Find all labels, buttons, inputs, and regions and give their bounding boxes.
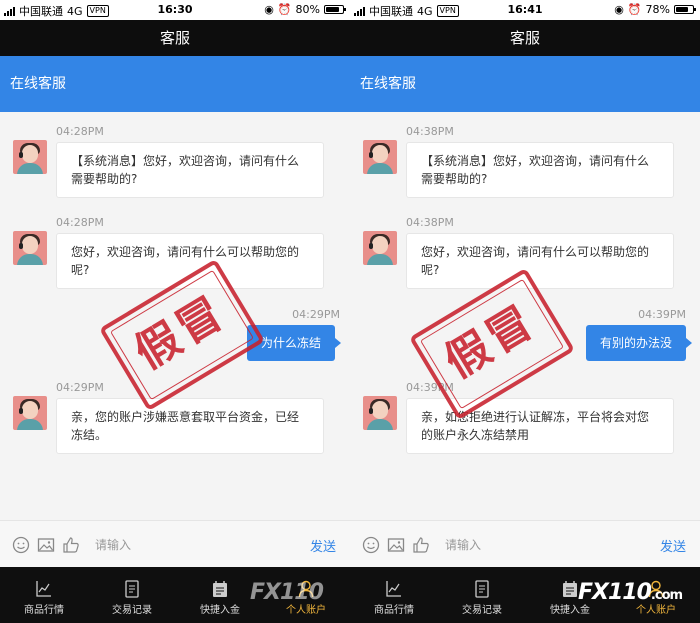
message-bubble: 【系统消息】您好，欢迎咨询，请问有什么需要帮助的? (56, 142, 324, 198)
agent-avatar (13, 396, 47, 430)
tab-label: 交易记录 (462, 605, 502, 616)
phone-screen-right: 中国联通 4G VPN 16:41 ◉ ⏰ 78% 客服 在线客服 04:38P… (350, 0, 700, 623)
battery-fill (676, 7, 689, 12)
section-header: 在线客服 (350, 56, 700, 112)
lock-rotation-icon: ◉ (264, 3, 274, 16)
message-bubble: 亲，您的账户涉嫌恶意套取平台资金，已经冻结。 (56, 398, 324, 454)
thumbs-up-icon[interactable] (412, 536, 430, 554)
message-timestamp: 04:29PM (292, 308, 340, 321)
message-bubble-sent: 有别的办法没 (586, 325, 692, 361)
bottom-tab-bar: 商品行情 交易记录 快捷入金 个人账户 (0, 567, 350, 623)
battery-icon (324, 5, 346, 14)
message-timestamp: 04:39PM (638, 308, 686, 321)
page-title: 客服 (350, 20, 700, 56)
alarm-icon: ⏰ (277, 3, 292, 16)
agent-avatar (363, 396, 397, 430)
record-icon (125, 580, 139, 598)
image-icon[interactable] (387, 536, 405, 554)
tab-market[interactable]: 商品行情 (350, 567, 438, 623)
tab-quick-deposit[interactable]: 快捷入金 (176, 567, 264, 623)
lock-rotation-icon: ◉ (614, 3, 624, 16)
message-bubble: 【系统消息】您好，欢迎咨询，请问有什么需要帮助的? (406, 142, 674, 198)
message-timestamp: 04:28PM (56, 216, 104, 229)
agent-avatar (363, 231, 397, 265)
status-bar: 中国联通 4G VPN 16:41 ◉ ⏰ 78% (350, 0, 700, 20)
tab-personal-account[interactable]: 个人账户 (612, 567, 700, 623)
message-bubble: 您好，欢迎咨询，请问有什么可以帮助您的呢? (406, 233, 674, 289)
message-bubble: 您好，欢迎咨询，请问有什么可以帮助您的呢? (56, 233, 324, 289)
emoji-icon[interactable] (12, 536, 30, 554)
battery-percent: 78% (645, 3, 670, 16)
tab-trade-records[interactable]: 交易记录 (438, 567, 526, 623)
input-bar: 发送 (0, 520, 350, 567)
record-icon (475, 580, 489, 598)
emoji-icon[interactable] (362, 536, 380, 554)
user-icon (648, 580, 664, 598)
tab-trade-records[interactable]: 交易记录 (88, 567, 176, 623)
battery-fill (326, 7, 339, 12)
thumbs-up-icon[interactable] (62, 536, 80, 554)
tab-quick-deposit[interactable]: 快捷入金 (526, 567, 614, 623)
page-title: 客服 (0, 20, 350, 56)
tab-label: 个人账户 (286, 605, 326, 616)
agent-avatar (13, 231, 47, 265)
tab-label: 快捷入金 (200, 605, 240, 616)
agent-avatar (363, 140, 397, 174)
chart-icon (36, 581, 51, 597)
message-timestamp: 04:39PM (406, 381, 454, 394)
chat-area[interactable]: 04:38PM 【系统消息】您好，欢迎咨询，请问有什么需要帮助的? 04:38P… (350, 112, 700, 520)
message-input[interactable] (86, 531, 286, 559)
deposit-icon (213, 581, 227, 597)
tab-label: 个人账户 (636, 605, 676, 616)
tab-label: 交易记录 (112, 605, 152, 616)
bottom-tab-bar: 商品行情 交易记录 快捷入金 个人账户 (350, 567, 700, 623)
status-bar: 中国联通 4G VPN 16:30 ◉ ⏰ 80% (0, 0, 350, 20)
user-icon (298, 580, 314, 598)
message-bubble-sent: 为什么冻结 (247, 325, 341, 361)
tab-label: 快捷入金 (550, 605, 590, 616)
send-button[interactable]: 发送 (660, 536, 686, 555)
send-button[interactable]: 发送 (310, 536, 336, 555)
tab-label: 商品行情 (374, 605, 414, 616)
agent-avatar (13, 140, 47, 174)
phone-screen-left: 中国联通 4G VPN 16:30 ◉ ⏰ 80% 客服 在线客服 04:28P… (0, 0, 350, 623)
tab-market[interactable]: 商品行情 (0, 567, 88, 623)
chat-area[interactable]: 04:28PM 【系统消息】您好，欢迎咨询，请问有什么需要帮助的? 04:28P… (0, 112, 350, 520)
deposit-icon (563, 581, 577, 597)
tab-personal-account[interactable]: 个人账户 (262, 567, 350, 623)
input-bar: 发送 (350, 520, 700, 567)
message-input[interactable] (436, 531, 636, 559)
message-timestamp: 04:38PM (406, 216, 454, 229)
section-header: 在线客服 (0, 56, 350, 112)
battery-icon (674, 5, 696, 14)
message-timestamp: 04:29PM (56, 381, 104, 394)
message-timestamp: 04:28PM (56, 125, 104, 138)
chart-icon (386, 581, 401, 597)
message-timestamp: 04:38PM (406, 125, 454, 138)
battery-percent: 80% (295, 3, 320, 16)
image-icon[interactable] (37, 536, 55, 554)
alarm-icon: ⏰ (627, 3, 642, 16)
message-bubble: 亲，如您拒绝进行认证解冻，平台将会对您的账户永久冻结禁用 (406, 398, 674, 454)
tab-label: 商品行情 (24, 605, 64, 616)
